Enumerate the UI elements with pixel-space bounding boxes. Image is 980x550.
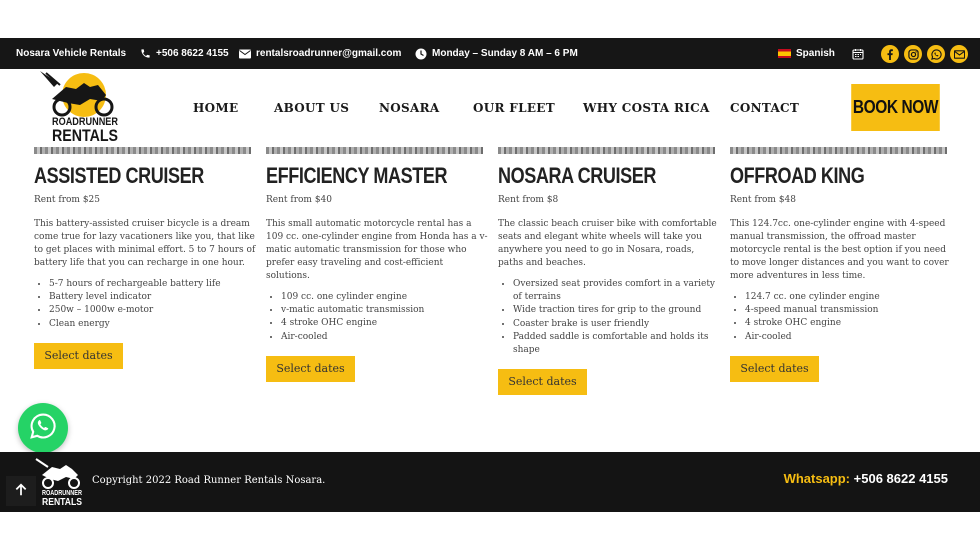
feature-item: 4-speed manual transmission [745,304,952,317]
product-description: This small automatic motorcycle rental h… [266,219,488,281]
page: Nosara Vehicle Rentals +506 8622 4155 re… [0,0,980,550]
product-price: Rent from $48 [730,195,797,205]
site-footer: Copyright 2022 Road Runner Rentals Nosar… [0,452,980,512]
product-card: NOSARA CRUISER Rent from $8 The classic … [498,162,720,396]
mail-icon[interactable] [950,45,968,63]
feature-list: 5-7 hours of rechargeable battery life B… [34,278,256,331]
brand-name: Nosara Vehicle Rentals [16,38,126,69]
product-title: NOSARA CRUISER [498,163,656,188]
footer-logo-text-bottom: RENTALS [42,497,82,507]
whatsapp-icon [29,412,57,444]
nav-home[interactable]: HOME [193,101,238,115]
feature-item: 250w – 1000w e-motor [49,304,256,317]
site-header: ROADRUNNER RENTALS HOME ABOUT US NOSARA … [0,69,980,147]
feature-item: Wide traction tires for grip to the grou… [513,304,720,317]
footer-logo[interactable]: ROADRUNNER RENTALS [32,457,86,508]
product-image-assisted-cruiser[interactable] [34,147,251,154]
logo-text-bottom: RENTALS [52,126,118,145]
product-image-nosara-cruiser[interactable] [498,147,715,154]
product-card: OFFROAD KING Rent from $48 This 124.7cc.… [730,162,952,382]
email-link[interactable]: rentalsroadrunner@gmail.com [239,38,401,69]
calendar-link[interactable] [852,38,864,69]
whatsapp-chat-button[interactable] [18,403,68,453]
brand-name-text: Nosara Vehicle Rentals [16,48,127,59]
product-title: OFFROAD KING [730,163,865,188]
phone-text: +506 8622 4155 [156,48,229,59]
opening-hours: Monday – Sunday 8 AM – 6 PM [415,38,578,69]
product-description: This battery-assisted cruiser bicycle is… [34,219,256,268]
instagram-icon[interactable] [904,45,922,63]
whatsapp-icon[interactable] [927,45,945,63]
feature-list: Oversized seat provides comfort in a var… [498,278,720,357]
nav-nosara[interactable]: NOSARA [379,101,439,115]
product-image-efficiency-master[interactable] [266,147,483,154]
feature-item: Coaster brake is user friendly [513,318,720,331]
feature-list: 124.7 cc. one cylinder engine 4-speed ma… [730,291,952,344]
footer-whatsapp-contact[interactable]: Whatsapp: +506 8622 4155 [784,471,948,486]
whatsapp-number: +506 8622 4155 [853,471,948,486]
book-now-button[interactable]: BOOK NOW [851,84,940,131]
whatsapp-label: Whatsapp: [783,471,851,486]
product-description: The classic beach cruiser bike with comf… [498,219,717,268]
phone-icon [140,48,151,59]
mail-icon [239,49,251,59]
product-image-offroad-king[interactable] [730,147,947,154]
calendar-icon [852,48,864,60]
product-title: EFFICIENCY MASTER [266,163,448,188]
logo[interactable]: ROADRUNNER RENTALS [32,69,122,145]
product-price: Rent from $8 [498,195,559,205]
language-label: Spanish [796,48,835,59]
nav-our-fleet[interactable]: OUR FLEET [473,101,555,115]
scroll-to-top-button[interactable] [6,476,36,506]
arrow-up-icon [14,482,28,501]
phone-link[interactable]: +506 8622 4155 [140,38,229,69]
product-card: ASSISTED CRUISER Rent from $25 This batt… [34,162,256,369]
product-price: Rent from $25 [34,195,101,205]
nav-about-us[interactable]: ABOUT US [274,101,349,115]
select-dates-button[interactable]: Select dates [730,355,819,382]
footer-logo-text-top: ROADRUNNER [42,490,82,497]
copyright-text: Copyright 2022 Road Runner Rentals Nosar… [92,475,326,486]
feature-item: Air-cooled [281,331,488,344]
select-dates-button[interactable]: Select dates [498,369,587,396]
flag-spain-icon [778,49,791,58]
facebook-icon[interactable] [881,45,899,63]
feature-item: 4 stroke OHC engine [281,317,488,330]
feature-item: 4 stroke OHC engine [745,317,952,330]
language-switcher[interactable]: Spanish [778,38,835,69]
product-price: Rent from $40 [266,195,333,205]
nav-contact[interactable]: CONTACT [730,101,799,115]
feature-item: v-matic automatic transmission [281,304,488,317]
product-description: This 124.7cc. one-cylinder engine with 4… [730,219,949,281]
clock-icon [415,48,427,60]
feature-item: 109 cc. one cylinder engine [281,291,488,304]
feature-item: 124.7 cc. one cylinder engine [745,291,952,304]
feature-item: Air-cooled [745,331,952,344]
feature-item: 5-7 hours of rechargeable battery life [49,278,256,291]
feature-item: Clean energy [49,318,256,331]
hours-text: Monday – Sunday 8 AM – 6 PM [432,48,578,59]
top-info-bar: Nosara Vehicle Rentals +506 8622 4155 re… [0,38,980,69]
nav-why-costa-rica[interactable]: WHY COSTA RICA [583,101,710,115]
feature-item: Battery level indicator [49,291,256,304]
feature-item: Padded saddle is comfortable and holds i… [513,331,720,357]
select-dates-button[interactable]: Select dates [266,355,355,382]
email-text: rentalsroadrunner@gmail.com [256,48,402,59]
feature-list: 109 cc. one cylinder engine v-matic auto… [266,291,488,344]
product-card: EFFICIENCY MASTER Rent from $40 This sma… [266,162,488,382]
product-title: ASSISTED CRUISER [34,163,204,188]
feature-item: Oversized seat provides comfort in a var… [513,278,720,304]
select-dates-button[interactable]: Select dates [34,342,123,369]
